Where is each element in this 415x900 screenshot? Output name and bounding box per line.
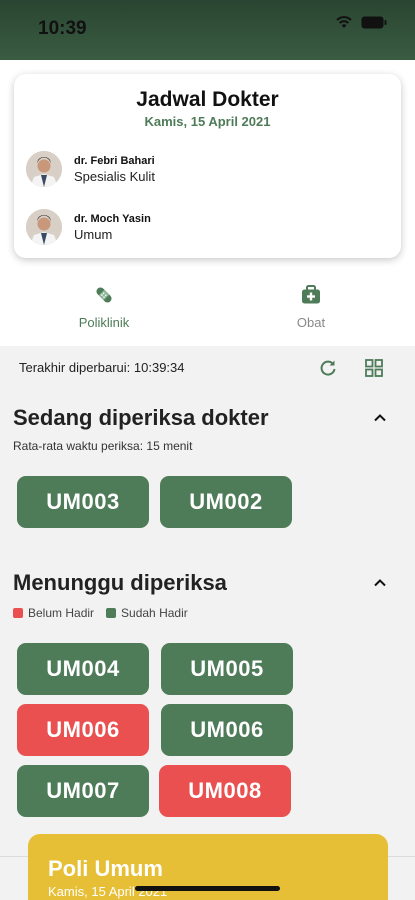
battery-icon: [361, 16, 387, 28]
legend-red-dot: [13, 608, 23, 618]
queue-ticket[interactable]: UM006: [17, 704, 149, 756]
status-bar: 10:39: [0, 0, 415, 60]
doctor-specialty: Spesialis Kulit: [74, 168, 155, 184]
doctor-row[interactable]: dr. Febri Bahari Spesialis Kulit: [26, 151, 155, 187]
status-icons: [335, 15, 387, 29]
medkit-icon: [302, 285, 320, 304]
home-indicator[interactable]: [135, 886, 280, 891]
tab-label: Obat: [296, 315, 326, 330]
bandage-icon: [96, 287, 112, 303]
doctor-row[interactable]: dr. Moch Yasin Umum: [26, 209, 151, 245]
chevron-up-icon[interactable]: [372, 575, 388, 591]
queue-ticket[interactable]: UM007: [17, 765, 149, 817]
legend-label: Belum Hadir: [28, 606, 95, 620]
legend-absent: Belum Hadir: [13, 606, 94, 620]
wifi-icon: [336, 16, 352, 28]
queue-ticket[interactable]: UM006: [161, 704, 293, 756]
card-title: Jadwal Dokter: [136, 88, 279, 111]
queue-ticket[interactable]: UM008: [159, 765, 291, 817]
card-date: Kamis, 15 April 2021: [144, 114, 271, 129]
queue-ticket[interactable]: UM005: [161, 643, 293, 695]
poli-title: Poli Umum: [48, 856, 163, 881]
queue-ticket[interactable]: UM004: [17, 643, 149, 695]
queue-ticket[interactable]: UM002: [160, 476, 292, 528]
grid-view-icon[interactable]: [364, 358, 384, 378]
tab-obat[interactable]: Obat: [251, 284, 371, 330]
doctor-schedule-card: Jadwal Dokter Kamis, 15 April 2021 dr. F…: [14, 74, 401, 258]
legend-green-dot: [106, 608, 117, 618]
legend-label: Sudah Hadir: [121, 606, 188, 620]
doctor-name: dr. Moch Yasin: [74, 212, 151, 225]
doctor-name: dr. Febri Bahari: [74, 154, 155, 167]
legend-present: Sudah Hadir: [106, 606, 188, 620]
tab-label: Poliklinik: [78, 315, 130, 330]
queue-ticket[interactable]: UM003: [17, 476, 149, 528]
refresh-icon[interactable]: [318, 358, 338, 378]
chevron-up-icon[interactable]: [372, 410, 388, 426]
waiting-title: Menunggu diperiksa: [13, 570, 227, 595]
doctor-specialty: Umum: [74, 226, 113, 242]
doctor-avatar: [26, 209, 62, 245]
doctor-avatar: [26, 151, 62, 187]
status-time: 10:39: [38, 18, 87, 39]
status-legend: Belum Hadir Sudah Hadir: [13, 606, 200, 620]
in-progress-title: Sedang diperiksa dokter: [13, 405, 269, 430]
tab-poliklinik[interactable]: Poliklinik: [44, 284, 164, 330]
last-updated-text: Terakhir diperbarui: 10:39:34: [19, 360, 185, 375]
in-progress-subtitle: Rata-rata waktu periksa: 15 menit: [13, 439, 193, 453]
